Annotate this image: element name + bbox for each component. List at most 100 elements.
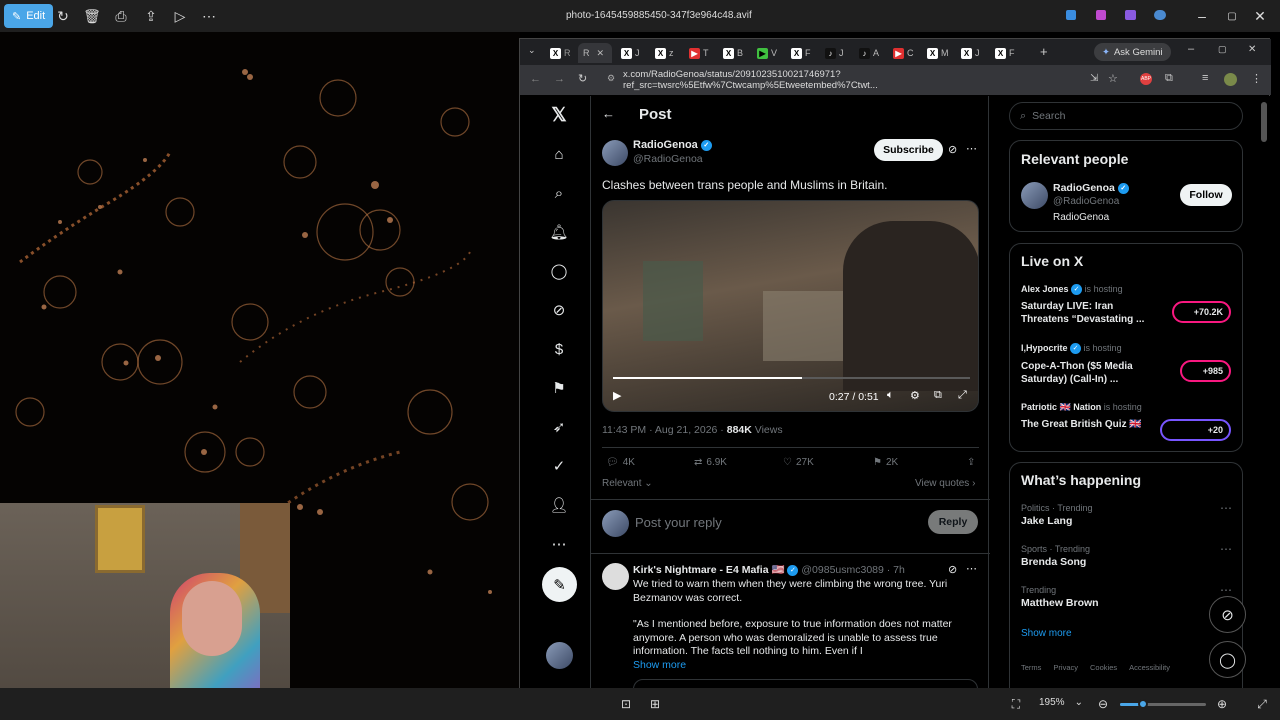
relevant-handle[interactable]: @RadioGenoa (1053, 196, 1119, 207)
tab-list-icon[interactable]: ⌄ (528, 45, 536, 56)
tab-9[interactable]: ♪ J (820, 43, 854, 63)
adblock-icon[interactable]: ABP (1140, 73, 1152, 85)
back-icon[interactable]: ← (530, 73, 541, 85)
tab-11[interactable]: ▶ C (888, 43, 922, 63)
tab-3[interactable]: XJ (616, 43, 650, 63)
reply-author-avatar[interactable] (602, 563, 629, 590)
zoom-slider-thumb[interactable] (1138, 699, 1148, 709)
zoom-in-icon[interactable]: ⊕ (1208, 690, 1236, 718)
grok-post-icon[interactable]: ⊘ (948, 143, 957, 156)
cloud-icon[interactable] (1154, 10, 1166, 20)
tab-1[interactable]: XR (545, 43, 579, 63)
live-item-title[interactable]: Saturday LIVE: Iran Threatens “Devastatin… (1021, 300, 1144, 326)
bookmark-action[interactable]: ⚑ 2K (873, 457, 898, 468)
bookmarks-icon[interactable]: ⚑ (548, 377, 570, 399)
live-item-host[interactable]: I,Hypocrite ✓ is hosting (1021, 343, 1122, 355)
compose-post-button[interactable]: ✎ (542, 567, 577, 602)
relevant-avatar[interactable] (1021, 182, 1048, 209)
live-item-host[interactable]: Patriotic 🇬🇧 Nation is hosting (1021, 402, 1142, 413)
install-icon[interactable]: ⇲ (1090, 73, 1098, 84)
post-video[interactable]: ▶ 0:27 / 0:51 🔈︎ ⚙ ⧉ ⤢ (602, 200, 979, 412)
grok-reply-icon[interactable]: ⊘ (948, 563, 957, 576)
live-listeners-badge[interactable]: +70.2K (1172, 301, 1231, 323)
tab-7[interactable]: ▶ V (752, 43, 786, 63)
extensions-icon[interactable]: ⧉ (1165, 72, 1173, 85)
post-author-avatar[interactable] (602, 140, 628, 166)
play-icon[interactable]: ▶ (613, 389, 621, 402)
profile-avatar[interactable] (1224, 73, 1237, 86)
print-icon[interactable]: ⎙ (107, 2, 135, 30)
trend-more-icon[interactable]: ⋯ (1220, 542, 1232, 556)
live-item-title[interactable]: The Great British Quiz 🇬🇧 (1021, 419, 1142, 430)
zoom-out-icon[interactable]: ⊖ (1089, 690, 1117, 718)
live-listeners-badge[interactable]: +20 (1160, 419, 1231, 441)
browser-minimize-icon[interactable]: – (1188, 43, 1194, 55)
slideshow-icon[interactable]: ▷ (166, 2, 194, 30)
browser-close-icon[interactable]: ✕ (1248, 44, 1256, 55)
trend-name[interactable]: Matthew Brown (1021, 597, 1099, 609)
live-listeners-badge[interactable]: +985 (1180, 360, 1231, 382)
tab-close-icon[interactable]: ✕ (597, 48, 605, 59)
rotate-icon[interactable]: ↻ (49, 2, 77, 30)
home-icon[interactable]: ⌂ (548, 143, 570, 165)
grok-icon[interactable]: ⊘ (548, 299, 570, 321)
pip-icon[interactable]: ⧉ (934, 389, 942, 402)
grok-float-button[interactable]: ⊘ (1209, 596, 1246, 633)
url-input[interactable]: ⚙ x.com/RadioGenoa/status/209102351002174… (605, 69, 1085, 91)
app-icon-2[interactable] (1096, 10, 1106, 20)
footer-terms-link[interactable]: Terms (1021, 663, 1041, 672)
page-scrollbar[interactable] (1261, 102, 1267, 142)
footer-cookies-link[interactable]: Cookies (1090, 663, 1117, 672)
tab-8[interactable]: XF (786, 43, 820, 63)
tab-active[interactable]: R ✕ (578, 43, 612, 63)
account-avatar[interactable] (546, 642, 573, 669)
reply-handle-time[interactable]: @0985usmc3089 · 7h (801, 564, 904, 576)
notifications-icon[interactable]: 🔔︎ (548, 221, 570, 243)
tab-12[interactable]: XM (922, 43, 956, 63)
footer-accessibility-link[interactable]: Accessibility (1129, 663, 1170, 672)
settings-icon[interactable]: ⚙ (910, 389, 920, 402)
relevant-name[interactable]: RadioGenoa ✓ (1053, 182, 1129, 194)
tab-14[interactable]: XF (990, 43, 1024, 63)
more-circle-icon[interactable]: ⋯ (548, 533, 570, 555)
reply-input[interactable]: Post your reply (635, 515, 722, 530)
forward-icon[interactable]: → (554, 73, 565, 85)
messages-icon[interactable]: ◯ (548, 260, 570, 282)
search-bar[interactable]: ⌕ Search (1009, 102, 1243, 130)
x-logo-icon[interactable]: 𝕏 (548, 104, 570, 126)
reply-button[interactable]: Reply (928, 510, 978, 534)
back-arrow-icon[interactable]: ← (602, 106, 615, 121)
fit-icon[interactable]: ⛶ (1002, 690, 1030, 718)
live-item-host[interactable]: Alex Jones ✓ is hosting (1021, 284, 1123, 296)
trend-name[interactable]: Brenda Song (1021, 556, 1086, 568)
tab-4[interactable]: Xz (650, 43, 684, 63)
trend-more-icon[interactable]: ⋯ (1220, 583, 1232, 597)
jobs-icon[interactable]: ➶ (548, 416, 570, 438)
close-icon[interactable]: ✕ (1246, 2, 1274, 30)
fullscreen-icon[interactable]: ⤢ (958, 389, 967, 402)
profile-icon[interactable]: 👤︎ (548, 494, 570, 516)
new-tab-icon[interactable]: + (1040, 44, 1048, 59)
bookmark-star-icon[interactable]: ☆ (1108, 72, 1118, 85)
premium-icon[interactable]: $ (548, 338, 570, 360)
delete-icon[interactable]: 🗑 (78, 2, 106, 30)
subscribe-button[interactable]: Subscribe (874, 139, 943, 161)
repost-action[interactable]: ⇄ 6.9K (694, 457, 727, 468)
media-controls-icon[interactable]: ≡ (1202, 72, 1208, 84)
footer-privacy-link[interactable]: Privacy (1053, 663, 1078, 672)
more-icon[interactable]: ⋯ (195, 2, 223, 30)
ocr-icon[interactable]: ⊞ (641, 690, 669, 718)
app-icon-3[interactable] (1125, 10, 1136, 20)
messages-float-button[interactable]: ◯ (1209, 641, 1246, 678)
site-info-icon[interactable]: ⚙ (607, 73, 615, 84)
tab-13[interactable]: XJ (956, 43, 990, 63)
volume-icon[interactable]: 🔈︎ (887, 389, 894, 402)
maximize-icon[interactable]: ▢ (1218, 2, 1246, 30)
like-action[interactable]: ♡ 27K (783, 457, 814, 468)
trend-more-icon[interactable]: ⋯ (1220, 501, 1232, 515)
share-action[interactable]: ⇪ (967, 457, 975, 468)
reply-action[interactable]: 💬︎ 4K (606, 457, 635, 468)
post-author-name[interactable]: RadioGenoa ✓ (633, 139, 712, 151)
trend-name[interactable]: Jake Lang (1021, 515, 1072, 527)
view-quotes-link[interactable]: View quotes › (915, 478, 975, 489)
